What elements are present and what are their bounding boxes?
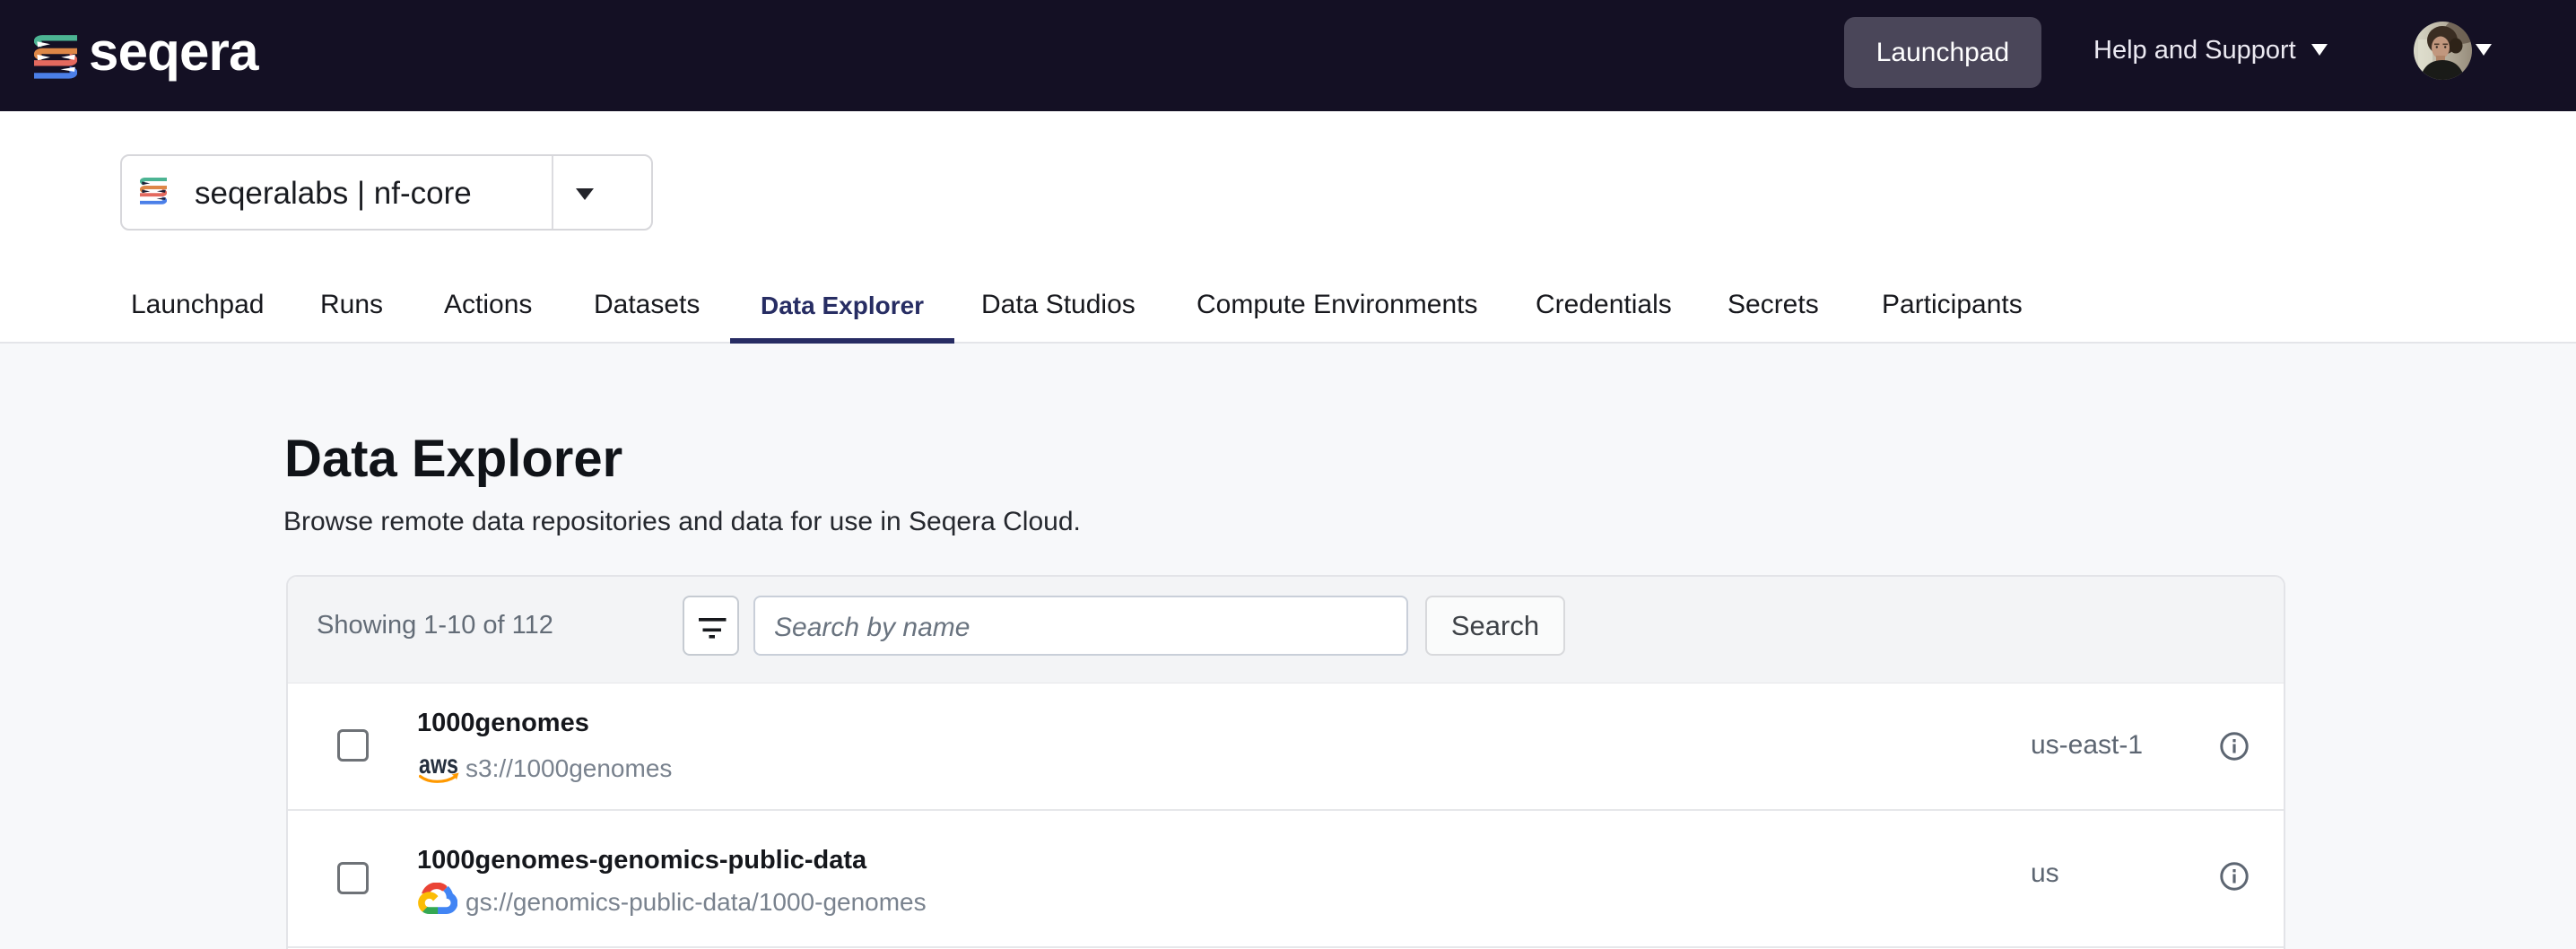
svg-text:aws: aws — [419, 759, 458, 779]
